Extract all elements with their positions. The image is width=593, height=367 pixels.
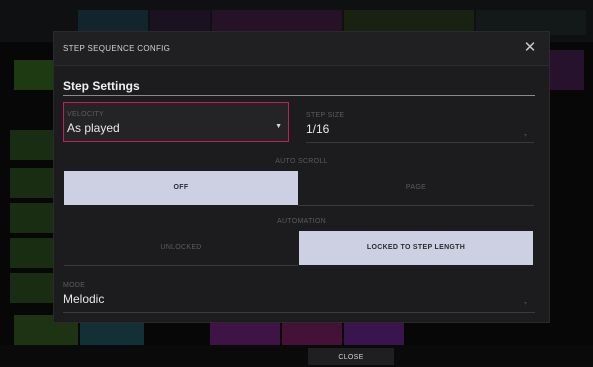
step-sequence-config-dialog: STEP SEQUENCE CONFIG ✕ Step Settings VEL… [54, 32, 549, 322]
auto-scroll-label: AUTO SCROLL [275, 158, 328, 165]
velocity-dropdown[interactable]: VELOCITY As played ▼ [63, 102, 289, 142]
velocity-label: VELOCITY [67, 111, 105, 118]
chevron-down-icon: ▾ [524, 133, 528, 139]
auto-scroll-off-button[interactable]: OFF [64, 171, 298, 205]
auto-scroll-page-button[interactable]: PAGE [298, 171, 534, 205]
automation-unlocked-button[interactable]: UNLOCKED [64, 231, 298, 265]
mode-underline [63, 312, 535, 313]
mode-label: MODE [63, 282, 86, 289]
automation-underline [64, 265, 298, 266]
close-icon[interactable]: ✕ [521, 39, 539, 57]
step-size-dropdown[interactable]: STEP SIZE 1/16 [306, 112, 534, 136]
mode-dropdown[interactable]: MODE Melodic [63, 282, 535, 306]
automation-label: AUTOMATION [276, 218, 327, 225]
automation-locked-button[interactable]: LOCKED TO STEP LENGTH [299, 231, 533, 265]
close-button[interactable]: CLOSE [308, 348, 394, 365]
section-divider [63, 95, 535, 96]
dialog-header: STEP SEQUENCE CONFIG ✕ [54, 32, 549, 66]
section-heading: Step Settings [63, 79, 140, 93]
footer-bar [0, 345, 593, 365]
step-size-value: 1/16 [306, 122, 330, 136]
chevron-down-icon: ▾ [524, 301, 528, 307]
step-size-underline [306, 142, 534, 143]
auto-scroll-underline [298, 205, 534, 206]
step-size-label: STEP SIZE [306, 112, 345, 119]
dialog-title: STEP SEQUENCE CONFIG [63, 44, 171, 53]
chevron-down-icon: ▼ [275, 123, 282, 130]
mode-value: Melodic [63, 292, 105, 306]
velocity-value: As played [67, 121, 120, 135]
